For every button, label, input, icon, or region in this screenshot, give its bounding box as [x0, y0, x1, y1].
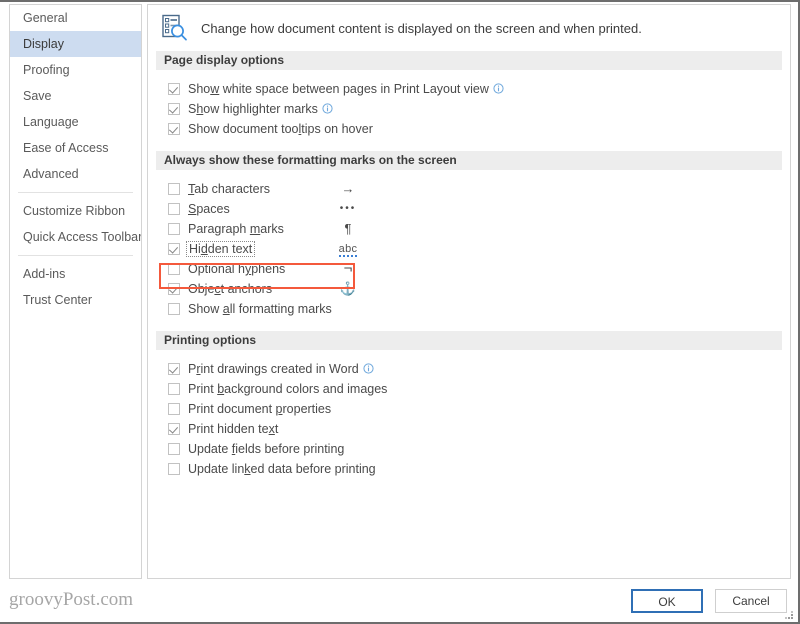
- sidebar-item-advanced[interactable]: Advanced: [10, 161, 141, 187]
- checkbox-show-highlighter-marks[interactable]: [168, 103, 180, 115]
- checkbox-spaces[interactable]: [168, 203, 180, 215]
- checkbox-print-background-colors-and-images[interactable]: [168, 383, 180, 395]
- option-label: Show all formatting marks: [188, 302, 332, 316]
- option-row[interactable]: Show all formatting marks: [160, 299, 790, 319]
- checkbox-optional-hyphens[interactable]: [168, 263, 180, 275]
- option-label: Print document properties: [188, 402, 332, 416]
- option-row[interactable]: Tab characters →: [160, 179, 790, 199]
- option-row[interactable]: Spaces •••: [160, 199, 790, 219]
- sidebar-item-display[interactable]: Display: [10, 31, 141, 57]
- option-label: Hidden text: [186, 241, 256, 257]
- hidden-text-abc-icon: abc: [338, 243, 358, 257]
- section-header-formatting-marks: Always show these formatting marks on th…: [156, 151, 782, 170]
- checkbox-update-linked-data-before-printing[interactable]: [168, 463, 180, 475]
- checkbox-show-white-space-between-pages-in-print-layout-view[interactable]: [168, 83, 180, 95]
- option-label: Object anchors: [188, 282, 273, 296]
- sidebar-item-ease-of-access[interactable]: Ease of Access: [10, 135, 141, 161]
- sidebar-item-save[interactable]: Save: [10, 83, 141, 109]
- info-icon[interactable]: [322, 103, 333, 114]
- checkbox-hidden-text[interactable]: [168, 243, 180, 255]
- word-options-dialog: General Display Proofing Save Language Ease o…: [0, 0, 800, 624]
- sidebar-item-quick-access-toolbar[interactable]: Quick Access Toolbar: [10, 224, 141, 250]
- resize-grip[interactable]: [784, 609, 794, 619]
- option-row[interactable]: Print drawings created in Word: [160, 359, 790, 379]
- option-label: Print background colors and images: [188, 382, 388, 396]
- section-header-page-display-options: Page display options: [156, 51, 782, 70]
- option-label: Tab characters: [188, 182, 270, 196]
- checkbox-show-document-tooltips-on-hover[interactable]: [168, 123, 180, 135]
- cancel-button[interactable]: Cancel: [715, 589, 787, 613]
- option-row[interactable]: Show document tooltips on hover: [160, 119, 790, 139]
- option-row[interactable]: Optional hyphens ¬: [160, 259, 790, 279]
- option-row[interactable]: Object anchors ⚓: [160, 279, 790, 299]
- section-body-page-display-options: Show white space between pages in Print …: [148, 70, 790, 151]
- dialog-footer: groovyPost.com OK Cancel: [0, 579, 798, 622]
- option-row[interactable]: Print background colors and images: [160, 379, 790, 399]
- option-row[interactable]: Update linked data before printing: [160, 459, 790, 479]
- option-label: Show document tooltips on hover: [188, 122, 373, 136]
- sidebar-divider: [18, 255, 133, 256]
- option-label: Paragraph marks: [188, 222, 284, 236]
- ok-button[interactable]: OK: [631, 589, 703, 613]
- sidebar-item-general[interactable]: General: [10, 5, 141, 31]
- option-label: Update linked data before printing: [188, 462, 376, 476]
- sidebar-divider: [18, 192, 133, 193]
- checkbox-print-hidden-text[interactable]: [168, 423, 180, 435]
- section-body-formatting-marks: Tab characters → Spaces ••• Paragraph marks ¶…: [148, 170, 790, 331]
- sidebar-item-add-ins[interactable]: Add-ins: [10, 261, 141, 287]
- page-header: Change how document content is displayed…: [148, 5, 790, 51]
- option-row[interactable]: Print hidden text: [160, 419, 790, 439]
- section-body-printing-options: Print drawings created in Word Print back…: [148, 350, 790, 491]
- display-settings-pane: Change how document content is displayed…: [147, 4, 791, 579]
- option-label: Spaces: [188, 202, 230, 216]
- sidebar-item-language[interactable]: Language: [10, 109, 141, 135]
- sidebar-item-proofing[interactable]: Proofing: [10, 57, 141, 83]
- settings-sections: Page display options Show white space bet…: [148, 51, 790, 491]
- tab-arrow-icon: →: [341, 181, 355, 196]
- dialog-top-border: [0, 0, 800, 2]
- option-label: Update fields before printing: [188, 442, 345, 456]
- options-category-list: General Display Proofing Save Language Ease o…: [9, 4, 142, 579]
- checkbox-paragraph-marks[interactable]: [168, 223, 180, 235]
- checkbox-object-anchors[interactable]: [168, 283, 180, 295]
- anchor-icon: ⚓: [339, 281, 357, 296]
- optional-hyphen-icon: ¬: [343, 260, 353, 277]
- option-label: Optional hyphens: [188, 262, 286, 276]
- section-header-printing-options: Printing options: [156, 331, 782, 350]
- pilcrow-icon: ¶: [344, 221, 352, 236]
- checkbox-tab-characters[interactable]: [168, 183, 180, 195]
- checkbox-show-all-formatting-marks[interactable]: [168, 303, 180, 315]
- option-row[interactable]: Hidden text abc: [160, 239, 790, 259]
- checkbox-print-drawings-created-in-word[interactable]: [168, 363, 180, 375]
- sidebar-item-trust-center[interactable]: Trust Center: [10, 287, 141, 313]
- option-row[interactable]: Print document properties: [160, 399, 790, 419]
- info-icon[interactable]: [493, 83, 504, 94]
- option-label: Show highlighter marks: [188, 102, 333, 116]
- option-row[interactable]: Paragraph marks ¶: [160, 219, 790, 239]
- page-description: Change how document content is displayed…: [201, 20, 642, 36]
- checkbox-update-fields-before-printing[interactable]: [168, 443, 180, 455]
- sidebar-item-customize-ribbon[interactable]: Customize Ribbon: [10, 198, 141, 224]
- option-label: Print hidden text: [188, 422, 279, 436]
- checkbox-print-document-properties[interactable]: [168, 403, 180, 415]
- info-icon[interactable]: [363, 363, 374, 374]
- document-search-icon: [159, 13, 189, 43]
- option-row[interactable]: Show white space between pages in Print …: [160, 79, 790, 99]
- option-row[interactable]: Show highlighter marks: [160, 99, 790, 119]
- watermark: groovyPost.com: [9, 589, 134, 610]
- option-label: Show white space between pages in Print …: [188, 82, 504, 96]
- space-dots-icon: •••: [339, 203, 357, 214]
- option-label: Print drawings created in Word: [188, 362, 374, 376]
- option-row[interactable]: Update fields before printing: [160, 439, 790, 459]
